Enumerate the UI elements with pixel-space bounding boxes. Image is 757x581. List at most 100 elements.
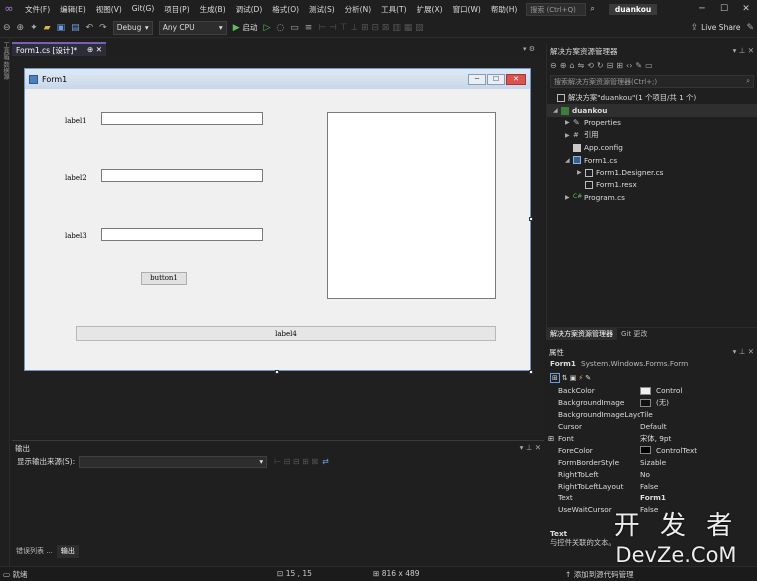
property-row[interactable]: RightToLeftLayout False	[546, 480, 757, 492]
form1-window[interactable]: Form1 ─ ☐ ✕ label1 label2 label3 button1…	[24, 68, 531, 371]
minimize-icon[interactable]: ─	[691, 4, 713, 14]
property-value[interactable]: ControlText	[640, 446, 757, 455]
property-value[interactable]: No	[640, 470, 757, 479]
search-input[interactable]: 搜索 (Ctrl+Q)	[526, 2, 587, 16]
property-value[interactable]: False	[640, 482, 757, 491]
categorized-icon[interactable]: ⊞	[550, 373, 560, 383]
pending-changes-icon[interactable]: ⟲	[587, 61, 594, 70]
property-value[interactable]: (无)	[640, 398, 757, 408]
label2[interactable]: label2	[65, 174, 87, 182]
collapsed-arrow-icon[interactable]: ▶	[565, 132, 573, 139]
platform-dropdown[interactable]: Any CPU ▾	[158, 20, 227, 35]
property-row[interactable]: RightToLeft No	[546, 468, 757, 480]
menu-item[interactable]: 扩展(X)	[412, 4, 448, 15]
switch-view-icon[interactable]: ⇋	[577, 61, 584, 70]
property-pages-icon[interactable]: ✎	[585, 374, 591, 382]
menu-item[interactable]: 视图(V)	[91, 4, 127, 15]
configuration-dropdown[interactable]: Debug ▾	[112, 20, 153, 35]
properties-object-selector[interactable]: Form1 System.Windows.Forms.Form	[546, 359, 757, 371]
collapse-all-icon[interactable]: ⊟	[607, 61, 614, 70]
save-icon[interactable]: ▣	[54, 23, 69, 33]
panel-controls-icon[interactable]: ▾ ⊥ ✕	[733, 46, 754, 56]
label1[interactable]: label1	[65, 117, 87, 125]
undo-icon[interactable]: ↶	[83, 23, 97, 33]
button1[interactable]: button1	[141, 272, 187, 285]
property-value[interactable]: Control	[640, 386, 757, 395]
tree-item-properties[interactable]: ▶ ✎ Properties	[547, 117, 757, 129]
feedback-icon[interactable]: ✎	[743, 23, 757, 33]
start-debug-button[interactable]: ▶ 启动	[230, 22, 261, 33]
menu-item[interactable]: 文件(F)	[20, 4, 55, 15]
maximize-icon[interactable]: ☐	[713, 4, 735, 14]
expanded-arrow-icon[interactable]: ◢	[565, 157, 573, 164]
output-source-dropdown[interactable]: ▾	[79, 455, 268, 468]
hot-reload-icon[interactable]: ◌	[273, 23, 287, 33]
menu-item[interactable]: 编辑(E)	[55, 4, 91, 15]
property-value[interactable]: Default	[640, 422, 757, 431]
new-project-icon[interactable]: ✦	[27, 23, 41, 33]
start-without-debug-icon[interactable]: ▷	[260, 23, 273, 33]
property-row[interactable]: BackgroundImageLayoutTile	[546, 409, 757, 421]
menu-item[interactable]: 工具(T)	[376, 4, 411, 15]
word-wrap-icon[interactable]: ⇄	[322, 457, 329, 466]
preview-icon[interactable]: ‹›	[626, 61, 632, 70]
search-icon[interactable]: ⌕	[590, 4, 594, 14]
picturebox[interactable]	[327, 112, 496, 299]
tree-item-app-config[interactable]: App.config	[547, 142, 757, 154]
tab-error-list[interactable]: 错误列表 ...	[12, 545, 57, 558]
redo-icon[interactable]: ↷	[96, 23, 110, 33]
menu-item[interactable]: 测试(S)	[304, 4, 340, 15]
menu-item[interactable]: Git(G)	[127, 4, 160, 15]
tree-item-program-cs[interactable]: ▶ C# Program.cs	[547, 191, 757, 203]
forward-icon[interactable]: ⊕	[14, 23, 28, 33]
tree-item-project[interactable]: ◢ duankou	[547, 104, 757, 117]
menu-item[interactable]: 窗口(W)	[448, 4, 486, 15]
resize-handle-right[interactable]	[529, 217, 533, 221]
property-row[interactable]: FormBorderStyle Sizable	[546, 456, 757, 468]
events-icon[interactable]: ⚡	[578, 374, 583, 382]
menu-item[interactable]: 项目(P)	[159, 4, 194, 15]
align-icon[interactable]: ≡	[302, 23, 316, 33]
alphabetical-icon[interactable]: ⇅	[562, 374, 568, 382]
output-tools-icon[interactable]: ⊢ ⊟ ⊟ ⊞ ⊠	[274, 457, 318, 466]
pin-icon[interactable]: ⊕	[87, 45, 93, 54]
tree-item-form1-designer[interactable]: ▶ Form1.Designer.cs	[547, 166, 757, 178]
label3[interactable]: label3	[65, 232, 87, 240]
form-minimize-icon[interactable]: ─	[468, 73, 486, 85]
panel-controls-icon[interactable]: ▾ ⊥ ✕	[520, 443, 541, 453]
property-row[interactable]: Cursor Default	[546, 421, 757, 433]
property-value[interactable]: 宋体, 9pt	[640, 434, 757, 444]
back-icon[interactable]: ⊖	[0, 23, 14, 33]
textbox2[interactable]	[101, 169, 263, 182]
property-row[interactable]: ⊞ Font 宋体, 9pt	[546, 433, 757, 445]
show-all-files-icon[interactable]: ⊞	[616, 61, 623, 70]
tab-solution-explorer[interactable]: 解决方案资源管理器	[546, 328, 617, 340]
settings-icon[interactable]: ▭	[645, 61, 653, 70]
properties-icon[interactable]: ✎	[635, 61, 642, 70]
tab-overflow-icon[interactable]: ▾ ⚙	[523, 45, 535, 53]
tree-item-solution[interactable]: 解决方案"duankou"(1 个项目/共 1 个)	[547, 92, 757, 104]
close-icon[interactable]: ✕	[735, 4, 757, 14]
tree-item-references[interactable]: ▶ # 引用	[547, 129, 757, 141]
expand-icon[interactable]: ⊞	[548, 434, 554, 443]
menu-item[interactable]: 调试(D)	[231, 4, 268, 15]
collapsed-arrow-icon[interactable]: ▶	[577, 169, 585, 176]
tab-output[interactable]: 输出	[56, 545, 79, 558]
tree-item-form1-resx[interactable]: Form1.resx	[547, 179, 757, 191]
toolbox-tab[interactable]: 工具箱 数据源	[1, 42, 10, 80]
tab-form1-design[interactable]: Form1.cs [设计]* ⊕ ✕	[12, 42, 106, 56]
property-row[interactable]: ForeColor ControlText	[546, 444, 757, 456]
tree-item-form1-cs[interactable]: ◢ Form1.cs	[547, 154, 757, 166]
menu-item[interactable]: 生成(B)	[195, 4, 231, 15]
solution-search-input[interactable]: 搜索解决方案资源管理器(Ctrl+;) ⌕	[550, 75, 754, 88]
resize-handle-corner[interactable]	[529, 370, 533, 374]
label4[interactable]: label4	[76, 326, 496, 341]
collapsed-arrow-icon[interactable]: ▶	[565, 119, 573, 126]
menu-item[interactable]: 帮助(H)	[486, 4, 523, 15]
textbox1[interactable]	[101, 112, 263, 125]
open-folder-icon[interactable]: ▰	[41, 23, 54, 33]
live-share-button[interactable]: ⇪ Live Share	[688, 23, 744, 33]
layout-tools-icon[interactable]: ⊢ ⊣ ⊤ ⊥ ⊞ ⊟ ⊠ ▥ ▦ ▧	[315, 23, 426, 33]
property-row[interactable]: Text Form1	[546, 492, 757, 504]
home-icon[interactable]: ⌂	[569, 61, 574, 70]
